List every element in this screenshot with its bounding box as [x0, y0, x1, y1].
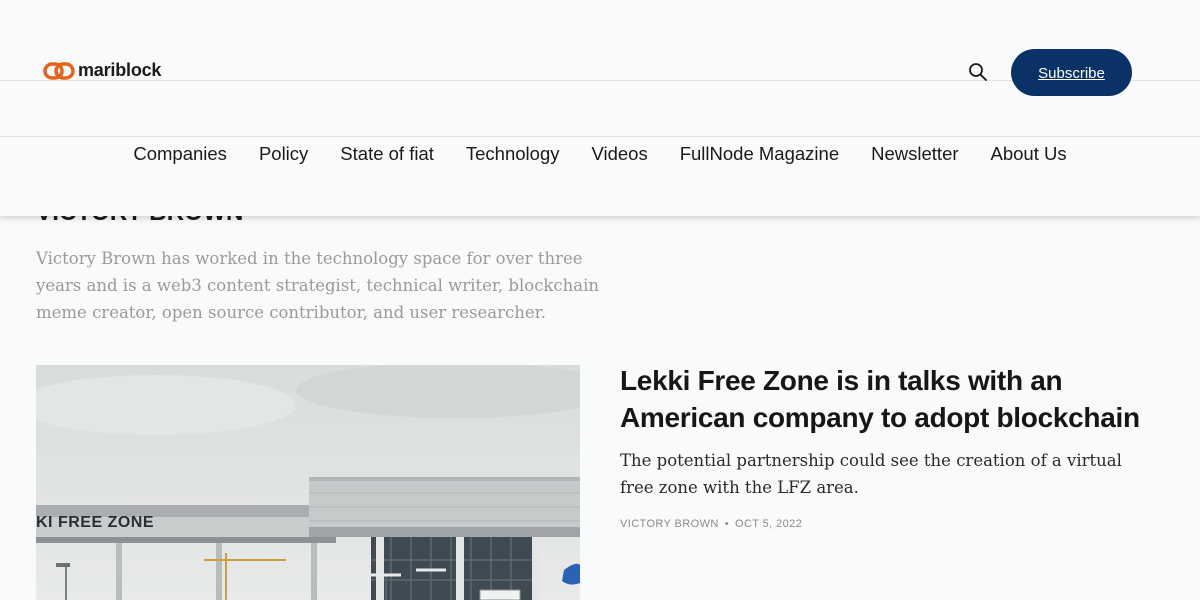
- post-excerpt: The potential partnership could see the …: [620, 451, 1122, 497]
- nav-item-about-us[interactable]: About Us: [991, 143, 1067, 165]
- subscribe-button[interactable]: Subscribe: [1011, 49, 1132, 96]
- logo-text: mariblock: [78, 60, 162, 80]
- nav-item-technology[interactable]: Technology: [466, 143, 560, 165]
- nav-divider: [0, 136, 1200, 137]
- nav-item-videos[interactable]: Videos: [591, 143, 647, 165]
- nav-item-companies[interactable]: Companies: [133, 143, 227, 165]
- post-image[interactable]: KI FREE ZONE: [36, 365, 580, 600]
- mariblock-logo-icon: [43, 61, 75, 80]
- nav-item-policy[interactable]: Policy: [259, 143, 308, 165]
- post-author-link[interactable]: VICTORY BROWN: [620, 518, 719, 530]
- site-logo[interactable]: mariblock: [43, 60, 161, 81]
- meta-separator: •: [724, 518, 729, 530]
- nav-item-newsletter[interactable]: Newsletter: [871, 143, 958, 165]
- post-date: OCT 5, 2022: [734, 518, 803, 530]
- search-icon[interactable]: [968, 62, 988, 82]
- site-header: mariblock Subscribe Companies Policy Sta…: [0, 0, 1200, 216]
- post-meta: VICTORY BROWN • OCT 5, 2022: [620, 518, 802, 530]
- building-sign-text: KI FREE ZONE: [36, 514, 154, 531]
- nav-item-fullnode-magazine[interactable]: FullNode Magazine: [680, 143, 839, 165]
- author-bio: Victory Brown has worked in the technolo…: [36, 249, 600, 322]
- nav-item-state-of-fiat[interactable]: State of fiat: [340, 143, 434, 165]
- post-title[interactable]: Lekki Free Zone is in talks with an Amer…: [620, 362, 1160, 436]
- post-photo-building: KI FREE ZONE: [36, 365, 580, 600]
- main-nav: Companies Policy State of fiat Technolog…: [0, 143, 1200, 165]
